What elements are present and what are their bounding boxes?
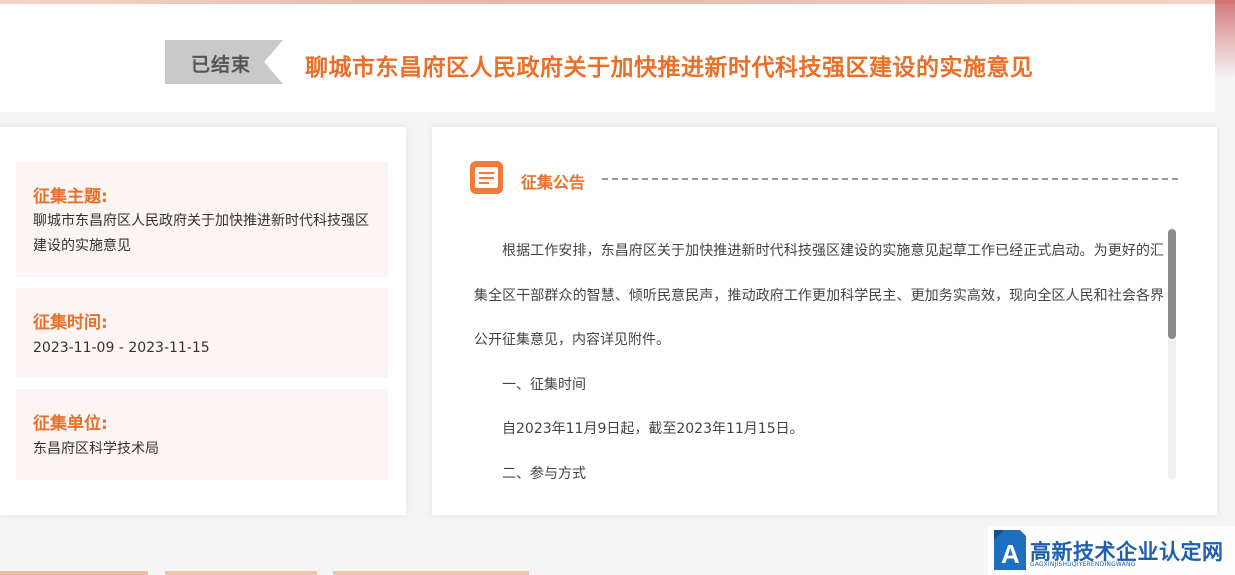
document-icon <box>470 161 503 194</box>
notice-paragraph: 自2023年11月9日起，截至2023年11月15日。 <box>502 421 804 437</box>
unit-block: 征集单位: 东昌府区科学技术局 <box>16 389 388 480</box>
status-label: 已结束 <box>191 54 252 76</box>
watermark-subtitle: GAOXINJISHUQIYERENDINGWANG <box>1030 561 1136 568</box>
page-title: 聊城市东昌府区人民政府关于加快推进新时代科技强区建设的实施意见 <box>305 55 1034 81</box>
notice-panel: 征集公告 根据工作安排，东昌府区关于加快推进新时代科技强区建设的实施意见起草工作… <box>432 127 1217 515</box>
topic-block: 征集主题: 聊城市东昌府区人民政府关于加快推进新时代科技强区建设的实施意见 <box>16 162 388 277</box>
notice-paragraph: 根据工作安排，东昌府区关于加快推进新时代科技强区建设的实施意见起草工作已经正式启… <box>474 243 1164 348</box>
unit-label: 征集单位: <box>33 414 108 434</box>
notice-content[interactable]: 根据工作安排，东昌府区关于加快推进新时代科技强区建设的实施意见起草工作已经正式启… <box>474 229 1164 479</box>
bottom-tab[interactable] <box>0 571 148 575</box>
site-watermark-logo: A 高新技术企业认定网 GAOXINJISHUQIYERENDINGWANG <box>988 526 1235 575</box>
status-badge: 已结束 <box>165 40 283 84</box>
logo-mark-icon: A <box>994 530 1026 570</box>
notice-paragraph: 一、征集时间 <box>502 376 586 393</box>
scrollbar[interactable] <box>1168 229 1176 479</box>
info-panel: 征集主题: 聊城市东昌府区人民政府关于加快推进新时代科技强区建设的实施意见 征集… <box>0 127 406 515</box>
title-divider <box>602 178 1178 180</box>
unit-value: 东昌府区科学技术局 <box>33 441 159 457</box>
bottom-tab[interactable] <box>165 571 317 575</box>
time-value: 2023-11-09 - 2023-11-15 <box>33 340 210 356</box>
topic-value: 聊城市东昌府区人民政府关于加快推进新时代科技强区建设的实施意见 <box>33 213 369 254</box>
time-label: 征集时间: <box>33 313 108 333</box>
time-block: 征集时间: 2023-11-09 - 2023-11-15 <box>16 288 388 378</box>
notice-paragraph: 二、参与方式 <box>502 465 586 480</box>
bottom-tab[interactable] <box>333 571 529 575</box>
svg-text:A: A <box>1001 539 1020 569</box>
notice-title: 征集公告 <box>521 173 586 192</box>
topic-label: 征集主题: <box>33 187 108 207</box>
right-edge-decor <box>1215 0 1235 80</box>
page-header: 已结束 聊城市东昌府区人民政府关于加快推进新时代科技强区建设的实施意见 <box>0 4 1215 112</box>
scrollbar-thumb[interactable] <box>1168 229 1176 339</box>
